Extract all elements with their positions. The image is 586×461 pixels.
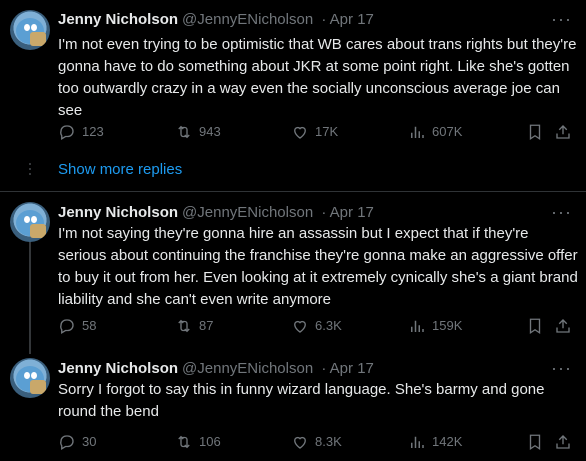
tweet-text: Sorry I forgot to say this in funny wiza…	[58, 381, 545, 420]
like-count: 6.3K	[315, 318, 342, 333]
repost-button[interactable]: 87	[175, 317, 213, 335]
tweet-text: I'm not saying they're gonna hire an ass…	[58, 225, 578, 308]
repost-button[interactable]: 106	[175, 433, 221, 451]
like-button[interactable]: 6.3K	[291, 317, 342, 335]
more-options-button[interactable]: ···	[551, 203, 572, 221]
author-handle[interactable]: @JennyENicholson	[182, 360, 313, 377]
reply-count: 58	[82, 318, 97, 333]
reply-icon	[60, 125, 74, 140]
share-icon	[556, 125, 570, 139]
views-button[interactable]: 142K	[408, 433, 462, 451]
avatar[interactable]	[10, 358, 50, 398]
tweet-text: I'm not even trying to be optimistic tha…	[58, 36, 577, 119]
more-options-button[interactable]: ···	[551, 10, 572, 28]
author-name[interactable]: Jenny Nicholson	[58, 204, 178, 221]
avatar[interactable]	[10, 202, 50, 242]
reply-icon	[60, 319, 74, 334]
like-icon	[294, 436, 306, 449]
views-count: 607K	[432, 124, 463, 139]
more-options-button[interactable]: ···	[551, 359, 572, 377]
thread-dots	[28, 161, 32, 178]
share-button[interactable]	[554, 433, 572, 451]
show-more-replies-link[interactable]: Show more replies	[58, 161, 182, 178]
author-handle[interactable]: @JennyENicholson	[182, 11, 313, 28]
author-name[interactable]: Jenny Nicholson	[58, 360, 178, 377]
like-icon	[294, 320, 306, 333]
tweet-header: Jenny Nicholson @JennyENicholson · Apr 17	[58, 203, 374, 222]
repost-button[interactable]: 943	[175, 123, 221, 141]
reply-count: 123	[82, 124, 104, 139]
reply-button[interactable]: 58	[58, 317, 96, 335]
bookmark-button[interactable]	[526, 433, 544, 451]
views-icon	[411, 436, 424, 448]
like-button[interactable]: 17K	[291, 123, 338, 141]
author-name[interactable]: Jenny Nicholson	[58, 11, 178, 28]
views-icon	[411, 320, 424, 332]
views-button[interactable]: 607K	[408, 123, 462, 141]
bookmark-icon	[529, 318, 541, 335]
tweet-actions: 30 106 8.3K 142K	[58, 433, 578, 453]
repost-icon	[178, 319, 190, 333]
like-icon	[294, 126, 306, 139]
reply-button[interactable]: 123	[58, 123, 104, 141]
tweet-2[interactable]: Jenny Nicholson @JennyENicholson · Apr 17…	[0, 192, 586, 344]
views-count: 142K	[432, 434, 463, 449]
views-icon	[411, 126, 424, 138]
views-button[interactable]: 159K	[408, 317, 462, 335]
repost-count: 943	[199, 124, 221, 139]
like-count: 17K	[315, 124, 339, 139]
bookmark-icon	[529, 124, 541, 141]
thread-line	[29, 240, 31, 344]
bookmark-button[interactable]	[526, 123, 544, 141]
repost-count: 87	[199, 318, 214, 333]
tweet-date[interactable]: · Apr 17	[321, 360, 374, 377]
repost-icon	[178, 435, 190, 449]
repost-icon	[178, 125, 190, 139]
share-button[interactable]	[554, 317, 572, 335]
bookmark-icon	[529, 434, 541, 451]
views-count: 159K	[432, 318, 463, 333]
like-button[interactable]: 8.3K	[291, 433, 342, 451]
tweet-header: Jenny Nicholson @JennyENicholson · Apr 17	[58, 359, 374, 378]
share-icon	[556, 435, 570, 449]
tweet-3[interactable]: Jenny Nicholson @JennyENicholson · Apr 17…	[0, 344, 586, 461]
bookmark-button[interactable]	[526, 317, 544, 335]
tweet-actions: 123 943 17K 607K	[58, 123, 578, 143]
author-handle[interactable]: @JennyENicholson	[182, 204, 313, 221]
like-count: 8.3K	[315, 434, 342, 449]
repost-count: 106	[199, 434, 221, 449]
share-icon	[556, 319, 570, 333]
avatar[interactable]	[10, 10, 50, 50]
tweet-header: Jenny Nicholson @JennyENicholson · Apr 17	[58, 10, 374, 29]
tweet-date[interactable]: · Apr 17	[321, 11, 374, 28]
tweet-date[interactable]: · Apr 17	[321, 204, 374, 221]
reply-button[interactable]: 30	[58, 433, 96, 451]
reply-count: 30	[82, 434, 97, 449]
thread-line	[29, 344, 31, 354]
share-button[interactable]	[554, 123, 572, 141]
tweet-1[interactable]: Jenny Nicholson @JennyENicholson · Apr 17…	[0, 0, 586, 154]
reply-icon	[60, 435, 74, 450]
tweet-actions: 58 87 6.3K 159K	[58, 317, 578, 337]
